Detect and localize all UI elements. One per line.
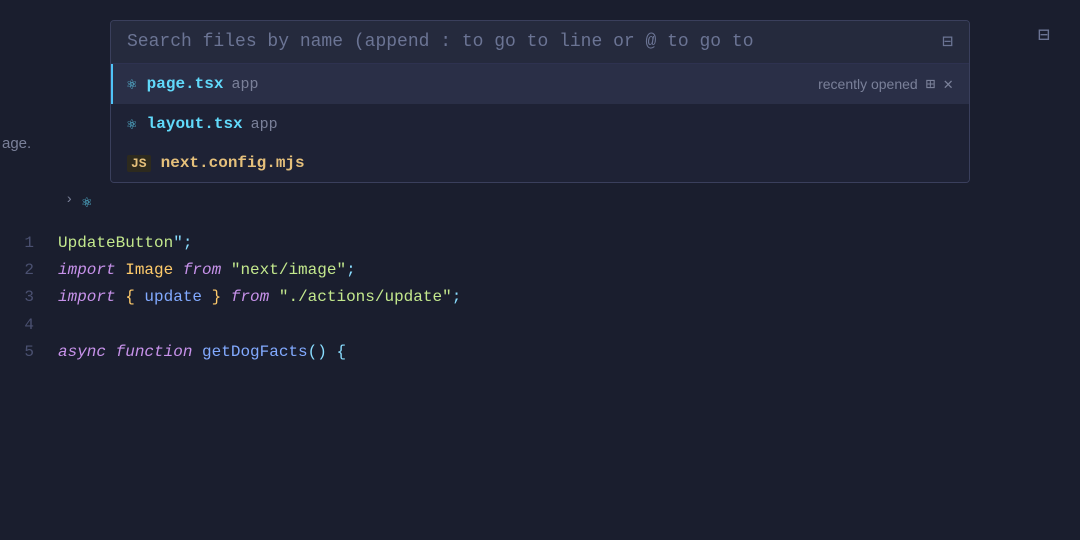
- line-number-5: 5: [0, 339, 34, 366]
- file-name-next-config: next.config.mjs: [161, 154, 305, 172]
- file-badge-recently-opened: recently opened ⊞ ✕: [818, 74, 953, 94]
- code-token-semicolon-3: ;: [452, 284, 462, 311]
- code-token-semicolon-1: ";: [173, 230, 192, 257]
- code-token-getdogfacts: getDogFacts: [202, 339, 308, 366]
- file-list: ⚛ page.tsx app recently opened ⊞ ✕ ⚛ lay…: [111, 63, 969, 182]
- search-input[interactable]: [127, 32, 930, 52]
- code-token-brace-open: {: [125, 284, 144, 311]
- code-token-import-1: import: [58, 257, 125, 284]
- code-token-parens: () {: [308, 339, 346, 366]
- file-item-page-tsx[interactable]: ⚛ page.tsx app recently opened ⊞ ✕: [111, 64, 969, 104]
- code-token-update: update: [144, 284, 211, 311]
- line-number-4: 4: [0, 312, 34, 339]
- line-number-1: 1: [0, 230, 34, 257]
- code-token-async: async: [58, 339, 116, 366]
- layout-split-icon[interactable]: ⊟: [942, 31, 953, 53]
- file-name-layout-tsx: layout.tsx: [147, 115, 243, 133]
- sidebar-arrow-icon: ›: [65, 192, 73, 208]
- react-icon-page: ⚛: [127, 74, 137, 94]
- code-line-2: import Image from "next/image";: [58, 257, 1080, 284]
- code-line-5: async function getDogFacts() {: [58, 339, 1080, 366]
- code-line-4: [58, 312, 1080, 339]
- code-token-updatebutton: UpdateButton: [58, 230, 173, 257]
- close-icon[interactable]: ✕: [943, 74, 953, 94]
- code-token-from-1: from: [183, 257, 231, 284]
- code-area: 1 2 3 4 5 UpdateButton"; import Image fr…: [0, 230, 1080, 540]
- code-line-1: UpdateButton";: [58, 230, 1080, 257]
- line-number-3: 3: [0, 284, 34, 311]
- line-numbers: 1 2 3 4 5: [0, 230, 50, 540]
- editor-container: ⊟ age. › ⚛ ⊟ ⚛ page.tsx app recently ope…: [0, 0, 1080, 540]
- js-icon-config: JS: [127, 155, 151, 172]
- line-number-2: 2: [0, 257, 34, 284]
- code-token-from-2: from: [231, 284, 279, 311]
- react-icon-layout: ⚛: [127, 114, 137, 134]
- code-token-image: Image: [125, 257, 183, 284]
- code-token-brace-close: }: [212, 284, 231, 311]
- code-token-import-2: import: [58, 284, 125, 311]
- file-item-next-config[interactable]: JS next.config.mjs: [111, 144, 969, 182]
- code-line-3: import { update } from "./actions/update…: [58, 284, 1080, 311]
- code-token-function: function: [116, 339, 202, 366]
- search-overlay: ⊟ ⚛ page.tsx app recently opened ⊞ ✕: [0, 0, 1080, 183]
- code-content: UpdateButton"; import Image from "next/i…: [50, 230, 1080, 540]
- code-token-string-image: "next/image": [231, 257, 346, 284]
- code-token-semicolon-2: ;: [346, 257, 356, 284]
- code-token-string-actions: "./actions/update": [279, 284, 452, 311]
- recently-opened-label: recently opened: [818, 76, 918, 92]
- file-name-page-tsx: page.tsx: [147, 75, 224, 93]
- sidebar-react-icon: ⚛: [82, 192, 92, 212]
- search-input-row: ⊟: [111, 21, 969, 63]
- file-item-layout-tsx[interactable]: ⚛ layout.tsx app: [111, 104, 969, 144]
- file-folder-app: app: [231, 76, 258, 93]
- split-view-icon[interactable]: ⊞: [926, 74, 936, 94]
- search-box: ⊟ ⚛ page.tsx app recently opened ⊞ ✕: [110, 20, 970, 183]
- file-folder-app-2: app: [251, 116, 278, 133]
- top-right-layout-icon[interactable]: ⊟: [1038, 22, 1050, 48]
